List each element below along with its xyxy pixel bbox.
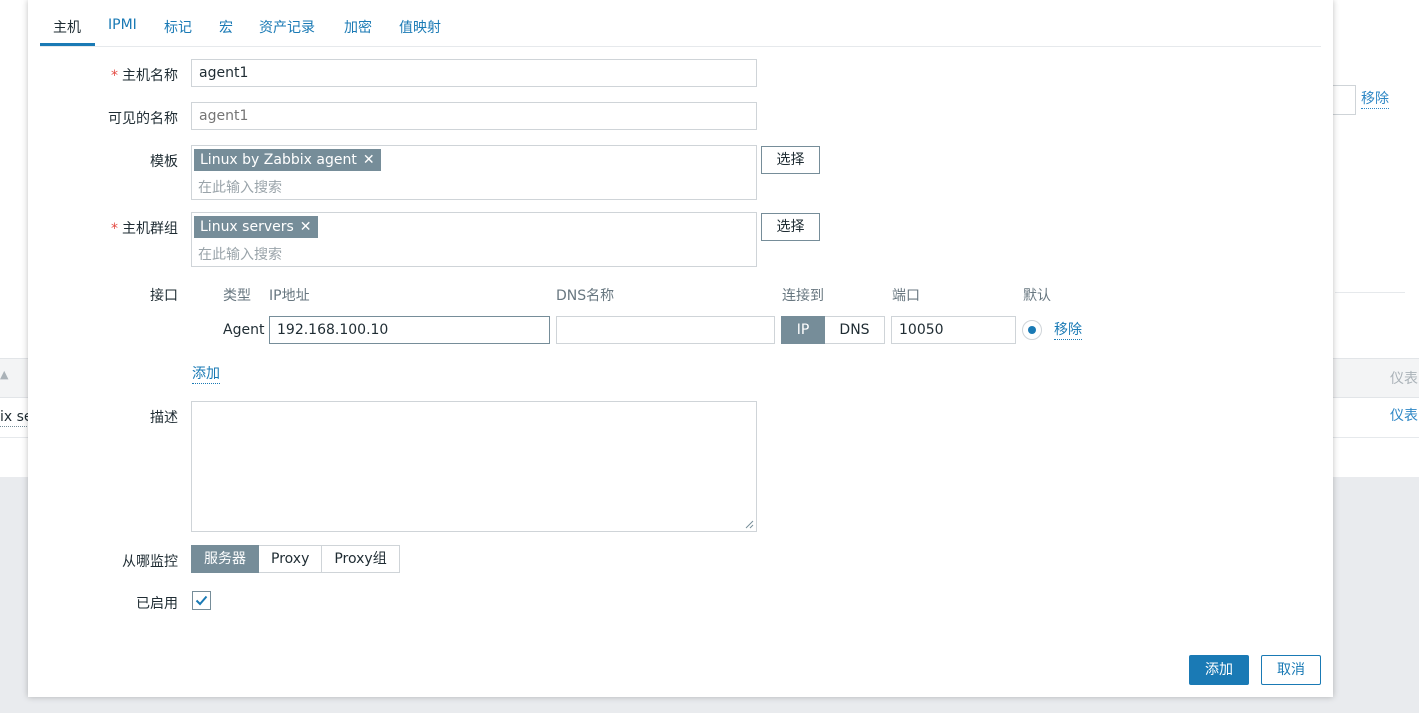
interface-remove-link[interactable]: 移除 — [1054, 322, 1082, 340]
template-chip-label: Linux by Zabbix agent — [200, 152, 357, 168]
host-groups-select-button[interactable]: 选择 — [761, 213, 820, 241]
interface-ip-input[interactable] — [269, 316, 550, 344]
host-groups-multiselect[interactable]: Linux servers ✕ 在此输入搜索 — [191, 212, 757, 267]
background-dashboard-link: 仪表 — [1390, 408, 1418, 424]
interface-port-input[interactable] — [891, 316, 1016, 344]
host-groups-search-placeholder[interactable]: 在此输入搜索 — [198, 244, 282, 264]
interface-default-radio[interactable] — [1022, 320, 1042, 340]
background-input — [1333, 85, 1356, 115]
interface-ip-header: IP地址 — [269, 288, 310, 304]
description-label: 描述 — [150, 410, 178, 426]
host-modal: 主机 IPMI 标记 宏 资产记录 加密 值映射 *主机名称 可见的名称 模板 … — [28, 0, 1333, 697]
monitored-by-proxy-group-option[interactable]: Proxy组 — [322, 545, 400, 573]
interface-connect-toggle: IP DNS — [781, 316, 885, 344]
required-marker: * — [111, 221, 118, 237]
interface-default-header: 默认 — [1023, 288, 1051, 304]
required-marker: * — [111, 68, 118, 84]
resize-handle-icon[interactable] — [745, 520, 754, 529]
interface-connect-header: 连接到 — [782, 288, 824, 304]
active-tab-indicator — [40, 43, 95, 46]
monitored-by-label: 从哪监控 — [122, 554, 178, 570]
host-name-label: * 主机名称 — [111, 68, 178, 84]
tab-host[interactable]: 主机 — [53, 17, 81, 37]
background-remove-link: 移除 — [1361, 91, 1389, 109]
check-icon — [195, 595, 208, 606]
monitored-by-toggle: 服务器 Proxy Proxy组 — [191, 545, 400, 573]
templates-search-placeholder[interactable]: 在此输入搜索 — [198, 177, 282, 197]
sort-arrow-icon: ▲ — [0, 368, 9, 381]
interface-add-link[interactable]: 添加 — [192, 366, 220, 384]
host-group-chip-label: Linux servers — [200, 219, 294, 235]
tab-bar: 主机 IPMI 标记 宏 资产记录 加密 值映射 — [40, 0, 1321, 47]
background-divider — [1335, 292, 1405, 293]
tab-macros[interactable]: 宏 — [219, 17, 233, 37]
enabled-checkbox[interactable] — [192, 591, 211, 610]
templates-label: 模板 — [150, 154, 178, 170]
remove-chip-icon[interactable]: ✕ — [363, 149, 375, 171]
tab-value-mapping[interactable]: 值映射 — [399, 17, 441, 37]
tab-ipmi[interactable]: IPMI — [108, 17, 137, 33]
background-dashboard-header: 仪表 — [1390, 371, 1418, 387]
interfaces-label: 接口 — [150, 288, 178, 304]
host-name-input[interactable] — [191, 59, 757, 87]
connect-ip-option[interactable]: IP — [781, 316, 825, 344]
interface-type-header: 类型 — [223, 288, 251, 304]
interface-type-value: Agent — [223, 322, 265, 338]
monitored-by-proxy-option[interactable]: Proxy — [259, 545, 323, 573]
description-textarea[interactable] — [191, 401, 757, 532]
interface-dns-input[interactable] — [556, 316, 775, 344]
templates-select-button[interactable]: 选择 — [761, 146, 820, 174]
enabled-label: 已启用 — [136, 596, 178, 612]
tab-tags[interactable]: 标记 — [164, 17, 192, 37]
add-button[interactable]: 添加 — [1189, 655, 1249, 685]
cancel-button[interactable]: 取消 — [1261, 655, 1321, 685]
host-groups-label: * 主机群组 — [111, 221, 178, 237]
interface-port-header: 端口 — [892, 288, 920, 304]
templates-multiselect[interactable]: Linux by Zabbix agent ✕ 在此输入搜索 — [191, 145, 757, 200]
template-chip: Linux by Zabbix agent ✕ — [194, 149, 381, 171]
monitored-by-server-option[interactable]: 服务器 — [191, 545, 259, 573]
interface-dns-header: DNS名称 — [556, 288, 615, 304]
connect-dns-option[interactable]: DNS — [825, 316, 885, 344]
tab-inventory[interactable]: 资产记录 — [259, 17, 315, 37]
remove-chip-icon[interactable]: ✕ — [300, 216, 312, 238]
tab-encryption[interactable]: 加密 — [344, 17, 372, 37]
visible-name-label: 可见的名称 — [108, 111, 178, 127]
visible-name-input[interactable] — [191, 102, 757, 130]
host-group-chip: Linux servers ✕ — [194, 216, 318, 238]
